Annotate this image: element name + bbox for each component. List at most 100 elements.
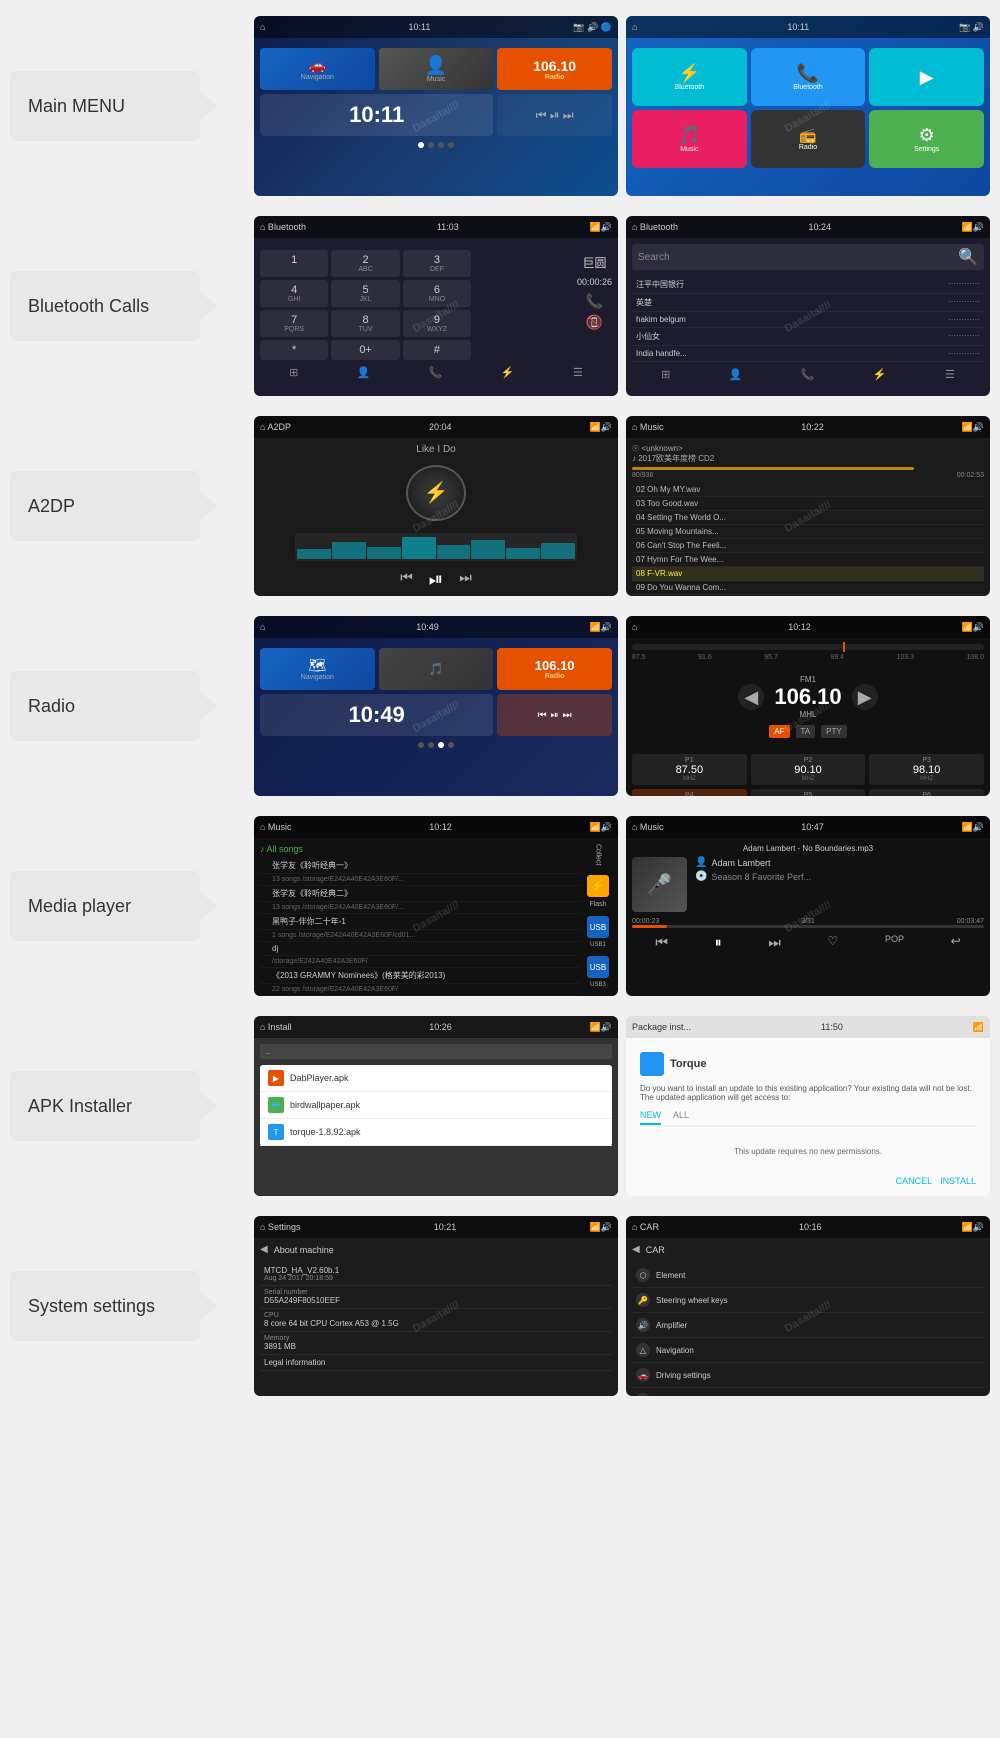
screenshot-sys-1[interactable]: ⌂ Settings 10:21 📶🔊 Dasaita//// ◀ About … bbox=[254, 1216, 618, 1396]
key-8[interactable]: 8TUV bbox=[331, 310, 399, 337]
song-item-09[interactable]: 09 Do You Wanna Com... bbox=[632, 581, 984, 595]
bt-tile-phone[interactable]: 📞 Bluetooth bbox=[751, 48, 866, 106]
bt-icon-bt1[interactable]: ⚡ bbox=[501, 366, 515, 379]
contact-item-5[interactable]: India handfe... ············ bbox=[632, 346, 984, 362]
grid-icon-bt2[interactable]: ⊞ bbox=[661, 368, 670, 381]
screenshot-a2dp-1[interactable]: ⌂ A2DP 20:04 📶🔊 Dasaita//// Like I Do ⚡ bbox=[254, 416, 618, 596]
bt-tile-dark[interactable]: 📻 Radio bbox=[751, 110, 866, 168]
radio-tile-nav[interactable]: 🗺 Navigation bbox=[260, 648, 375, 690]
car-item-driving[interactable]: 🚗 Driving settings bbox=[632, 1363, 984, 1388]
np-repeat-btn[interactable]: ↩ bbox=[951, 934, 961, 951]
call-icon-bt2[interactable]: 📞 bbox=[801, 368, 815, 381]
np-next-btn[interactable]: ⏭ bbox=[768, 934, 781, 951]
key-0[interactable]: 0+ bbox=[331, 340, 399, 360]
radio-tile-music2[interactable]: 🎵 bbox=[379, 648, 494, 690]
sys-item-legal[interactable]: Legal information bbox=[260, 1355, 612, 1371]
search-bar[interactable]: Search 🔍 bbox=[632, 244, 984, 270]
apk-file-2[interactable]: 🐦 birdwallpaper.apk bbox=[260, 1092, 612, 1119]
call-icon-bt1[interactable]: 📞 bbox=[429, 366, 443, 379]
contact-item-4[interactable]: 小仙女 ············ bbox=[632, 328, 984, 346]
usb3-icon[interactable]: USB bbox=[587, 956, 609, 978]
grid-icon-bt1[interactable]: ⊞ bbox=[289, 366, 298, 379]
radio-tile-radio[interactable]: 106.10 Radio bbox=[497, 648, 612, 690]
preset-p2[interactable]: P2 90.10 MHZ bbox=[751, 754, 866, 785]
all-songs-label[interactable]: ♪ All songs bbox=[260, 844, 580, 854]
screenshot-sys-2[interactable]: ⌂ CAR 10:16 📶🔊 Dasaita//// ◀ CAR ⬡ Eleme… bbox=[626, 1216, 990, 1396]
media-song-3[interactable]: 黑鸭子-伴你二十年-1 bbox=[260, 914, 580, 930]
screenshot-radio-2[interactable]: ⌂ 10:12 📶🔊 Dasaita//// 87.5 91.6 95.7 99… bbox=[626, 616, 990, 796]
bt-icon-bt2[interactable]: ⚡ bbox=[873, 368, 887, 381]
key-hash[interactable]: # bbox=[403, 340, 471, 360]
radio-ctrl-prev[interactable]: ⏮ bbox=[538, 710, 547, 721]
np-fav-btn[interactable]: ♡ bbox=[828, 934, 839, 951]
pty-btn[interactable]: PTY bbox=[821, 725, 847, 738]
tile-music[interactable]: 👤 Music bbox=[379, 48, 494, 90]
key-1[interactable]: 1 bbox=[260, 250, 328, 277]
bt-tile-settings[interactable]: ⚙ Settings bbox=[869, 110, 984, 168]
preset-p6[interactable]: P6 87.50 MHZ bbox=[869, 789, 984, 796]
car-item-element[interactable]: ⬡ Element bbox=[632, 1263, 984, 1288]
media-song-4[interactable]: dj bbox=[260, 942, 580, 956]
song-item-06[interactable]: 06 Can't Stop The Feeli... bbox=[632, 539, 984, 553]
hang-up-icon[interactable]: 📵 bbox=[577, 314, 612, 331]
preset-p4[interactable]: P4 106.10 MHZ bbox=[632, 789, 747, 796]
key-9[interactable]: 9WXYZ bbox=[403, 310, 471, 337]
car-item-steering[interactable]: 🔑 Steering wheel keys bbox=[632, 1288, 984, 1313]
tile-radio[interactable]: 106.10 Radio bbox=[497, 48, 612, 90]
search-icon[interactable]: 🔍 bbox=[958, 247, 978, 267]
play-btn-a2dp[interactable]: ⏯ bbox=[429, 569, 443, 590]
media-song-2[interactable]: 张学友《聆听经典二》 bbox=[260, 886, 580, 902]
song-item-03[interactable]: 03 Too Good.wav bbox=[632, 497, 984, 511]
key-2[interactable]: 2ABC bbox=[331, 250, 399, 277]
flash-icon[interactable]: ⚡ bbox=[587, 875, 609, 897]
bt-tile-video[interactable]: ▶ bbox=[869, 48, 984, 106]
np-prev-btn[interactable]: ⏮ bbox=[655, 934, 668, 951]
answer-icon[interactable]: 📞 bbox=[577, 293, 612, 310]
prev-station-btn[interactable]: ◀ bbox=[738, 684, 764, 710]
usb1-icon[interactable]: USB bbox=[587, 916, 609, 938]
screenshot-apk-2[interactable]: Package inst... 11:50 📶 Torque Do you wa… bbox=[626, 1016, 990, 1196]
preset-p1[interactable]: P1 87.50 MHZ bbox=[632, 754, 747, 785]
screenshot-media-1[interactable]: ⌂ Music 10:12 📶🔊 Dasaita//// ♪ All songs… bbox=[254, 816, 618, 996]
progress-bar-a2dp[interactable] bbox=[632, 467, 914, 470]
key-5[interactable]: 5JKL bbox=[331, 280, 399, 307]
key-4[interactable]: 4GHI bbox=[260, 280, 328, 307]
screenshot-media-2[interactable]: ⌂ Music 10:47 📶🔊 Dasaita//// Adam Lamber… bbox=[626, 816, 990, 996]
apk-file-1[interactable]: ▶ DabPlayer.apk bbox=[260, 1065, 612, 1092]
song-item-10[interactable]: 10 Born Again Tomorro... bbox=[632, 595, 984, 596]
menu-icon-bt2[interactable]: ☰ bbox=[945, 368, 955, 381]
np-mode-btn[interactable]: POP bbox=[885, 934, 904, 951]
contact-item-2[interactable]: 英楚 ············ bbox=[632, 294, 984, 312]
screenshot-a2dp-2[interactable]: ⌂ Music 10:22 📶🔊 Dasaita//// ☉ <unknown>… bbox=[626, 416, 990, 596]
screenshot-apk-1[interactable]: ⌂ Install 10:26 📶🔊 Dasaita//// .. ▶ DabP… bbox=[254, 1016, 618, 1196]
radio-ctrl-next[interactable]: ⏭ bbox=[563, 710, 572, 721]
media-song-1[interactable]: 张学友《聆听经典一》 bbox=[260, 858, 580, 874]
car-item-amplifier[interactable]: 🔊 Amplifier bbox=[632, 1313, 984, 1338]
song-item-05[interactable]: 05 Moving Mountains... bbox=[632, 525, 984, 539]
ta-btn[interactable]: TA bbox=[796, 725, 816, 738]
screenshot-main-menu-2[interactable]: ⌂ 10:11 📷 🔊 Dasaita//// ⚡ Bluetooth 📞 Bl… bbox=[626, 16, 990, 196]
tile-media[interactable]: ⏮ ⏯ ⏭ bbox=[497, 94, 612, 136]
prev-btn-a2dp[interactable]: ⏮ bbox=[400, 569, 413, 590]
next-btn-a2dp[interactable]: ⏭ bbox=[459, 569, 472, 590]
key-6[interactable]: 6MNO bbox=[403, 280, 471, 307]
back-icon-sys1[interactable]: ◀ bbox=[260, 1244, 268, 1255]
key-star[interactable]: * bbox=[260, 340, 328, 360]
preset-p5[interactable]: P5 108.00 MHZ bbox=[751, 789, 866, 796]
car-item-extra[interactable]: + Extra settings bbox=[632, 1388, 984, 1396]
car-item-navigation[interactable]: △ Navigation bbox=[632, 1338, 984, 1363]
bt-tile-music[interactable]: 🎵 Music bbox=[632, 110, 747, 168]
user-icon-bt1[interactable]: 👤 bbox=[357, 366, 371, 379]
menu-icon-bt1[interactable]: ☰ bbox=[573, 366, 583, 379]
pkg-tab-all[interactable]: ALL bbox=[673, 1110, 689, 1125]
contact-item-1[interactable]: 汪平中国银行 ············ bbox=[632, 276, 984, 294]
np-progress-bar[interactable] bbox=[632, 925, 984, 928]
contact-item-3[interactable]: hakim belgum ············ bbox=[632, 312, 984, 328]
bt-tile-bluetooth[interactable]: ⚡ Bluetooth bbox=[632, 48, 747, 106]
next-station-btn[interactable]: ▶ bbox=[852, 684, 878, 710]
user-icon-bt2[interactable]: 👤 bbox=[729, 368, 743, 381]
preset-p3[interactable]: P3 98.10 MHZ bbox=[869, 754, 984, 785]
radio-ctrl-play[interactable]: ⏯ bbox=[551, 710, 559, 721]
apk-file-3[interactable]: T torque-1.8.92.apk bbox=[260, 1119, 612, 1146]
af-btn[interactable]: AF bbox=[769, 725, 789, 738]
